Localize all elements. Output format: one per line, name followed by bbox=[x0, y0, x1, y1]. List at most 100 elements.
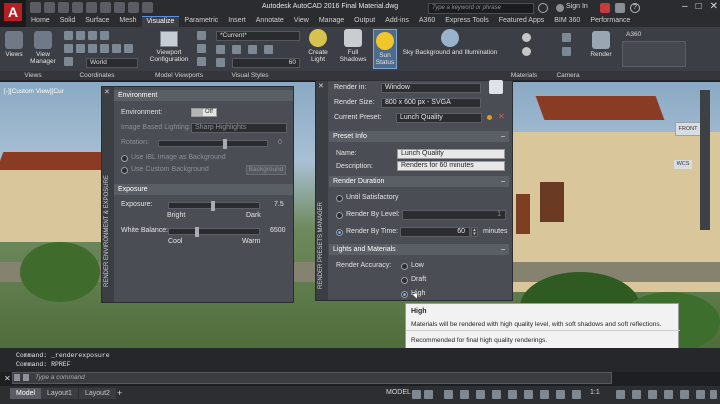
ucs-3point-icon[interactable] bbox=[124, 44, 133, 53]
selection-filter-icon[interactable] bbox=[556, 390, 565, 399]
group-materials[interactable]: Materials bbox=[508, 72, 540, 79]
tab-bim-360[interactable]: BIM 360 bbox=[549, 16, 585, 27]
join-viewports-icon[interactable] bbox=[197, 44, 206, 53]
tab-visualize[interactable]: Visualize bbox=[141, 16, 180, 27]
plus-icon[interactable]: + bbox=[117, 388, 122, 399]
tab-solid[interactable]: Solid bbox=[55, 16, 81, 27]
named-viewports-icon[interactable] bbox=[197, 31, 206, 40]
camera-icon[interactable] bbox=[562, 33, 571, 42]
group-camera[interactable]: Camera bbox=[552, 72, 584, 79]
current-preset-select[interactable]: Lunch Quality bbox=[396, 113, 482, 123]
visual-style-select[interactable]: *Current* bbox=[216, 31, 300, 41]
viewport-controls-label[interactable]: [-][Custom View][Cur bbox=[4, 88, 64, 95]
edge-style-icon[interactable] bbox=[216, 45, 225, 54]
preset-delete-icon[interactable]: ✕ bbox=[498, 113, 505, 121]
tab-model[interactable]: Model bbox=[10, 388, 42, 399]
tab-layout2[interactable]: Layout2 bbox=[79, 388, 116, 399]
gizmo-icon[interactable] bbox=[572, 390, 581, 399]
ibl-select[interactable]: Sharp Highlights bbox=[191, 123, 287, 133]
tab-annotate[interactable]: Annotate bbox=[251, 16, 289, 27]
slider-knob[interactable] bbox=[223, 139, 227, 149]
lights-materials-section-header[interactable]: Lights and Materials – bbox=[329, 244, 509, 255]
web-mobile-icon[interactable] bbox=[86, 2, 97, 13]
model-space-label[interactable]: MODEL bbox=[386, 389, 411, 396]
tab-a360[interactable]: A360 bbox=[414, 16, 440, 27]
render-level-field[interactable]: 1 bbox=[402, 210, 506, 220]
until-satisfactory-radio[interactable] bbox=[336, 195, 343, 202]
accuracy-high-radio[interactable] bbox=[401, 291, 408, 298]
print-icon[interactable] bbox=[100, 2, 111, 13]
white-balance-slider[interactable] bbox=[168, 227, 260, 237]
share-icon[interactable] bbox=[142, 2, 153, 13]
collapse-icon[interactable]: – bbox=[501, 131, 505, 142]
accuracy-low-radio[interactable] bbox=[401, 263, 408, 270]
tab-output[interactable]: Output bbox=[349, 16, 380, 27]
views-button[interactable]: Views bbox=[4, 31, 24, 58]
color-icon[interactable] bbox=[264, 45, 273, 54]
environment-toggle[interactable]: Off bbox=[191, 108, 217, 117]
palette-titlebar[interactable]: ✕ RENDER ENVIRONMENT & EXPOSURE bbox=[102, 87, 114, 302]
rotation-slider[interactable] bbox=[158, 139, 268, 149]
exchange-icon[interactable] bbox=[600, 3, 610, 13]
polar-icon[interactable] bbox=[460, 390, 469, 399]
ucs-world-icon[interactable] bbox=[76, 31, 85, 40]
save-as-icon[interactable] bbox=[72, 2, 83, 13]
render-time-field[interactable]: 60 bbox=[400, 227, 470, 237]
autodesk-account-icon[interactable] bbox=[615, 3, 625, 13]
tab-featured-apps[interactable]: Featured Apps bbox=[494, 16, 550, 27]
tab-add-ins[interactable]: Add-ins bbox=[380, 16, 414, 27]
undo-icon[interactable] bbox=[114, 2, 125, 13]
units-icon[interactable] bbox=[664, 390, 673, 399]
material-browser-icon[interactable] bbox=[522, 33, 531, 42]
plus-icon[interactable] bbox=[632, 390, 641, 399]
group-model-viewports[interactable]: Model Viewports bbox=[146, 72, 212, 79]
tab-express-tools[interactable]: Express Tools bbox=[440, 16, 493, 27]
tab-surface[interactable]: Surface bbox=[80, 16, 114, 27]
background-button[interactable]: Background bbox=[246, 165, 286, 175]
group-coordinates[interactable]: Coordinates bbox=[64, 72, 130, 79]
use-custom-background-radio[interactable] bbox=[121, 167, 128, 174]
render-duration-section-header[interactable]: Render Duration – bbox=[329, 176, 509, 187]
collapse-icon[interactable]: – bbox=[501, 176, 505, 187]
object-snap-tracking-icon[interactable] bbox=[492, 390, 501, 399]
gear-icon[interactable] bbox=[616, 390, 625, 399]
render-button[interactable]: Render bbox=[586, 31, 616, 58]
render-in-select[interactable]: Window bbox=[381, 83, 481, 93]
annotation-monitor-icon[interactable] bbox=[648, 390, 657, 399]
command-input[interactable]: Type a command bbox=[12, 372, 612, 384]
ucs-z-icon[interactable] bbox=[88, 44, 97, 53]
grid-icon[interactable] bbox=[412, 390, 421, 399]
customize-icon[interactable] bbox=[710, 390, 717, 399]
sun-status-button[interactable]: Sun Status bbox=[373, 29, 397, 69]
save-icon[interactable] bbox=[58, 2, 69, 13]
group-visual-styles[interactable]: Visual Styles bbox=[222, 72, 278, 79]
exposure-slider[interactable] bbox=[168, 201, 260, 211]
sky-background-button[interactable]: Sky Background and Illumination bbox=[398, 29, 502, 56]
wrench-icon[interactable] bbox=[14, 374, 20, 381]
help-icon[interactable]: ? bbox=[630, 3, 640, 13]
osnap-icon[interactable] bbox=[508, 390, 517, 399]
tab-parametric[interactable]: Parametric bbox=[179, 16, 223, 27]
materials-icon[interactable] bbox=[522, 47, 531, 56]
white-balance-value[interactable]: 6500 bbox=[270, 227, 286, 234]
minimize-icon[interactable]: – bbox=[682, 1, 688, 12]
viewport-configuration-button[interactable]: Viewport Configuration bbox=[146, 49, 192, 63]
search-icon[interactable] bbox=[23, 374, 29, 381]
isolate-objects-icon[interactable] bbox=[680, 390, 689, 399]
render-icon[interactable] bbox=[489, 80, 503, 94]
ucs-object-icon[interactable] bbox=[100, 44, 109, 53]
isodraft-icon[interactable] bbox=[476, 390, 485, 399]
annotation-scale[interactable]: 1:1 bbox=[590, 389, 600, 396]
close-icon[interactable]: ✕ bbox=[710, 1, 718, 12]
open-file-icon[interactable] bbox=[44, 2, 55, 13]
ucs-x-icon[interactable] bbox=[64, 44, 73, 53]
ortho-icon[interactable] bbox=[444, 390, 453, 399]
full-shadows-button[interactable]: Full Shadows bbox=[336, 29, 370, 63]
snap-icon[interactable] bbox=[424, 390, 433, 399]
viewcube[interactable]: FRONT bbox=[675, 122, 701, 136]
camera-preview-icon[interactable] bbox=[562, 47, 571, 56]
slider-knob[interactable] bbox=[195, 227, 199, 237]
palette-titlebar[interactable]: ✕ RENDER PRESETS MANAGER bbox=[316, 81, 328, 300]
tab-view[interactable]: View bbox=[289, 16, 314, 27]
ucs-face-icon[interactable] bbox=[112, 44, 121, 53]
